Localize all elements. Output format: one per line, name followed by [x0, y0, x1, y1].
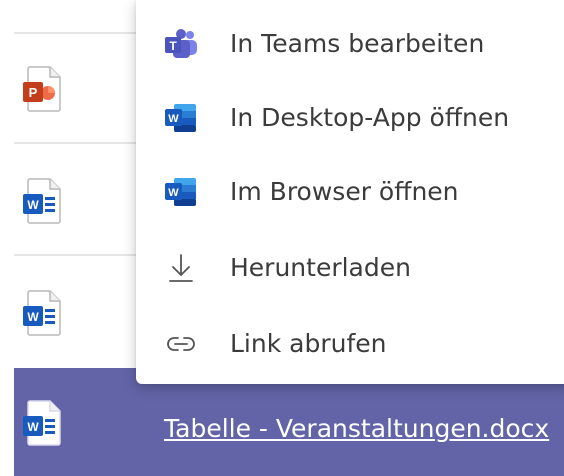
file-name-link[interactable]: Tabelle - Veranstaltungen.docx [164, 414, 549, 444]
svg-text:T: T [169, 39, 177, 53]
svg-text:W: W [168, 113, 179, 125]
svg-text:P: P [29, 85, 38, 100]
menu-item-download[interactable]: Herunterladen [136, 238, 564, 298]
menu-item-open-in-browser[interactable]: W Im Browser öffnen [136, 162, 564, 222]
word-file-icon: W [23, 290, 61, 336]
teams-files-view: P W W W Tabelle - Veranstaltungen.docx T… [0, 0, 564, 476]
menu-item-label: In Teams bearbeiten [230, 29, 485, 58]
selected-file-row[interactable]: W Tabelle - Veranstaltungen.docx [14, 368, 564, 476]
menu-item-label: Im Browser öffnen [230, 177, 459, 206]
word-file-icon: W [23, 400, 61, 446]
teams-icon: T [165, 29, 197, 58]
word-file-icon: W [23, 178, 61, 224]
file-context-menu: T In Teams bearbeiten W In Desktop-App ö… [136, 0, 564, 384]
svg-text:W: W [27, 310, 39, 324]
link-icon [167, 337, 195, 351]
menu-item-label: In Desktop-App öffnen [230, 103, 510, 132]
menu-item-label: Link abrufen [230, 329, 387, 358]
menu-item-edit-in-teams[interactable]: T In Teams bearbeiten [136, 14, 564, 74]
menu-item-get-link[interactable]: Link abrufen [136, 314, 564, 374]
svg-text:W: W [27, 420, 39, 434]
svg-text:W: W [27, 198, 39, 212]
powerpoint-file-icon: P [23, 66, 61, 112]
word-icon: W [165, 104, 196, 132]
download-icon [169, 254, 193, 282]
svg-text:W: W [168, 187, 179, 199]
word-icon: W [165, 178, 196, 206]
menu-item-open-desktop-app[interactable]: W In Desktop-App öffnen [136, 88, 564, 148]
menu-item-label: Herunterladen [230, 253, 411, 282]
